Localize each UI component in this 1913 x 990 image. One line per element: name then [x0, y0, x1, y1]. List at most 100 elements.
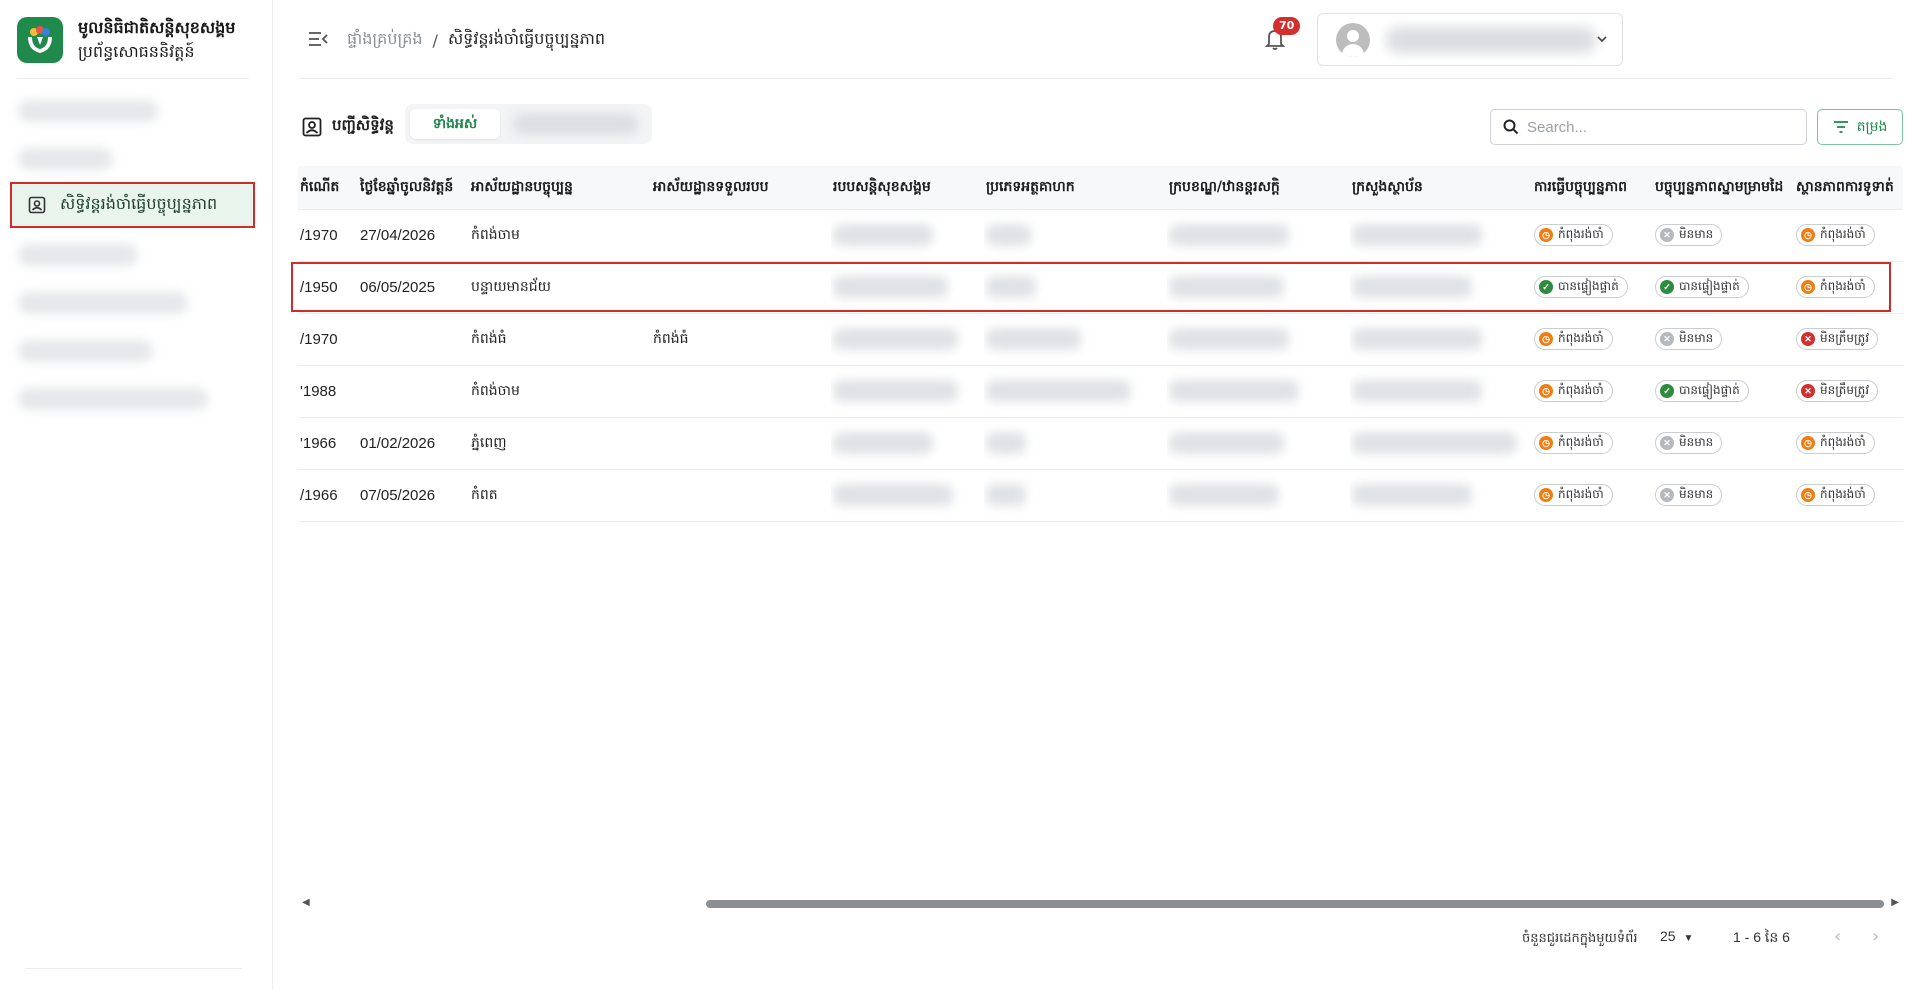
status-badge-label: កំពុងរង់ចាំ: [1558, 487, 1604, 501]
status-badge[interactable]: ✕ មិនមាន: [1655, 484, 1723, 506]
status-badge[interactable]: ◷ កំពុងរង់ចាំ: [1534, 224, 1613, 246]
filter-button-label: តម្រង: [1856, 117, 1888, 134]
column-header[interactable]: ប្រភេទអត្ថគាហក: [984, 166, 1167, 210]
list-title: បញ្ជីសិទ្ធិវន្ត: [302, 116, 394, 138]
sidebar-item-pending-beneficiaries[interactable]: សិទ្ធិវន្តរង់ចាំធ្វើបច្ចុប្បន្នភាព: [10, 182, 255, 228]
x-red-icon: ✕: [1801, 332, 1815, 346]
status-cell: ◷ កំពុងរង់ចាំ: [1794, 261, 1903, 314]
table-cell-redacted: [1167, 417, 1350, 470]
table-cell-redacted: [1167, 209, 1350, 262]
redacted-value: [986, 380, 1131, 402]
menu-collapse-icon[interactable]: [307, 28, 329, 50]
tab-all[interactable]: ទាំងអស់: [410, 109, 500, 139]
search-input[interactable]: [1527, 118, 1787, 136]
table-row[interactable]: '1988 កំពង់ចាម ◷ កំពុងរង់ចាំ ✓ បានផ្ទៀងផ្ទាត់…: [298, 365, 1903, 418]
table-cell-redacted: [831, 417, 984, 470]
table-cell: /1950: [298, 261, 358, 314]
avatar: [1336, 22, 1370, 57]
status-badge[interactable]: ✓ បានផ្ទៀងផ្ទាត់: [1534, 276, 1628, 298]
column-header[interactable]: អាស័យដ្ឋានបច្ចុប្បន្ន: [469, 166, 651, 210]
redacted-value: [986, 432, 1026, 454]
status-badge-label: កំពុងរង់ចាំ: [1558, 331, 1604, 345]
status-badge[interactable]: ◷ កំពុងរង់ចាំ: [1534, 484, 1613, 506]
status-badge[interactable]: ◷ កំពុងរង់ចាំ: [1534, 328, 1613, 350]
clock-icon: ◷: [1539, 228, 1553, 242]
sidebar-item-redacted[interactable]: [18, 388, 208, 410]
status-badge[interactable]: ◷ កំពុងរង់ចាំ: [1796, 484, 1875, 506]
redacted-value: [833, 380, 958, 402]
column-header[interactable]: បច្ចុប្បន្នភាពស្នាមម្រាមដៃ: [1653, 166, 1794, 210]
redacted-value: [1352, 484, 1472, 506]
column-header[interactable]: ការធ្វើបច្ចុប្បន្នភាព: [1532, 166, 1653, 210]
header-divider: [298, 78, 1894, 79]
status-cell: ✓ បានផ្ទៀងផ្ទាត់: [1532, 261, 1653, 314]
status-badge[interactable]: ✓ បានផ្ទៀងផ្ទាត់: [1655, 276, 1749, 298]
column-header[interactable]: ថ្ងៃខែឆ្នាំចូលនិវត្តន៍: [358, 166, 469, 210]
status-cell: ◷ កំពុងរង់ចាំ: [1794, 417, 1903, 470]
status-badge[interactable]: ◷ កំពុងរង់ចាំ: [1796, 224, 1875, 246]
breadcrumb-separator: /: [432, 30, 438, 50]
status-badge[interactable]: ◷ កំពុងរង់ចាំ: [1796, 276, 1875, 298]
column-header[interactable]: កំណើត: [298, 166, 358, 210]
status-cell: ✕ មិនមាន: [1653, 313, 1794, 366]
tab-redacted[interactable]: [513, 113, 638, 135]
sidebar-item-redacted[interactable]: [18, 244, 138, 266]
status-badge[interactable]: ✕ មិនត្រឹមត្រូវ: [1796, 380, 1879, 402]
tab-group: ទាំងអស់: [405, 104, 652, 144]
scroll-left-arrow-icon[interactable]: ◀: [302, 897, 310, 908]
table-cell: [651, 261, 831, 314]
clock-icon: ◷: [1539, 332, 1553, 346]
sidebar-item-redacted[interactable]: [18, 148, 113, 170]
rows-per-page-select[interactable]: 25 ▼: [1660, 928, 1693, 944]
table-cell: [358, 313, 469, 366]
status-badge[interactable]: ✕ មិនត្រឹមត្រូវ: [1796, 328, 1879, 350]
next-page-icon[interactable]: ›: [1872, 926, 1879, 947]
status-badge[interactable]: ✓ បានផ្ទៀងផ្ទាត់: [1655, 380, 1749, 402]
clock-icon: ◷: [1539, 384, 1553, 398]
breadcrumb-home-link[interactable]: ផ្ទាំងគ្រប់គ្រង: [347, 28, 423, 52]
table-cell: /1970: [298, 209, 358, 262]
table-row[interactable]: /1970 កំពង់ធំ កំពង់ធំ ◷ កំពុងរង់ចាំ ✕ មិនមាន ✕ ម…: [298, 313, 1903, 366]
horizontal-scrollbar[interactable]: ◀ ▶: [298, 896, 1903, 910]
brand[interactable]: មូលនិធិជាតិសន្តិសុខសង្គម ប្រព័ន្ធសោធននិវ…: [17, 16, 235, 64]
redacted-value: [1352, 380, 1482, 402]
rows-per-page-value: 25: [1660, 928, 1676, 944]
pagination-range: 1 - 6 នៃ 6: [1733, 929, 1790, 945]
table-row[interactable]: /1966 07/05/2026 កំពត ◷ កំពុងរង់ចាំ ✕ មិនមាន ◷ ក…: [298, 469, 1903, 522]
status-badge[interactable]: ✕ មិនមាន: [1655, 328, 1723, 350]
status-badge[interactable]: ✕ មិនមាន: [1655, 224, 1723, 246]
table-cell: /1970: [298, 313, 358, 366]
column-header[interactable]: របបសន្តិសុខសង្គម: [831, 166, 984, 210]
beneficiary-table-container[interactable]: កំណើត ថ្ងៃខែឆ្នាំចូលនិវត្តន៍ អាស័យដ្ឋានប…: [298, 166, 1903, 524]
column-header[interactable]: ក្របខណ្ឌ/ឋានន្តរសក្តិ: [1167, 166, 1350, 210]
table-row[interactable]: /1970 27/04/2026 កំពង់ចាម ◷ កំពុងរង់ចាំ ✕ មិនម…: [298, 209, 1903, 262]
table-body: /1970 27/04/2026 កំពង់ចាម ◷ កំពុងរង់ចាំ ✕ មិនម…: [298, 209, 1903, 522]
notification-badge[interactable]: 70: [1273, 17, 1301, 35]
previous-page-icon[interactable]: ‹: [1834, 926, 1841, 947]
sidebar-item-redacted[interactable]: [18, 100, 158, 122]
scrollbar-thumb[interactable]: [706, 900, 1884, 908]
table-row[interactable]: '1966 01/02/2026 ភ្នំពេញ ◷ កំពុងរង់ចាំ ✕ មិនមា…: [298, 417, 1903, 470]
column-header[interactable]: អាស័យដ្ឋានទទួលរបប: [651, 166, 831, 210]
redacted-value: [1169, 224, 1289, 246]
chevron-down-icon: [1597, 36, 1607, 43]
redacted-value: [833, 328, 958, 350]
redacted-value: [833, 224, 933, 246]
scroll-right-arrow-icon[interactable]: ▶: [1891, 897, 1899, 908]
table-cell-redacted: [984, 209, 1167, 262]
sidebar-item-redacted[interactable]: [18, 340, 153, 362]
filter-button[interactable]: តម្រង: [1817, 109, 1903, 145]
column-header[interactable]: ក្រសួងស្ថាប័ន: [1350, 166, 1532, 210]
status-badge[interactable]: ◷ កំពុងរង់ចាំ: [1534, 380, 1613, 402]
redacted-value: [986, 484, 1026, 506]
status-badge-label: បានផ្ទៀងផ្ទាត់: [1558, 279, 1619, 293]
table-row[interactable]: /1950 06/05/2025 បន្ទាយមានជ័យ ✓ បានផ្ទៀងផ្ទា…: [298, 261, 1903, 314]
column-header[interactable]: ស្ថានភាពការទូទាត់: [1794, 166, 1903, 210]
status-badge-label: មិនត្រឹមត្រូវ: [1820, 331, 1870, 345]
table-cell: '1988: [298, 365, 358, 418]
status-badge[interactable]: ◷ កំពុងរង់ចាំ: [1796, 432, 1875, 454]
status-badge[interactable]: ◷ កំពុងរង់ចាំ: [1534, 432, 1613, 454]
user-menu[interactable]: [1317, 13, 1623, 66]
sidebar-item-redacted[interactable]: [18, 292, 188, 314]
status-badge[interactable]: ✕ មិនមាន: [1655, 432, 1723, 454]
